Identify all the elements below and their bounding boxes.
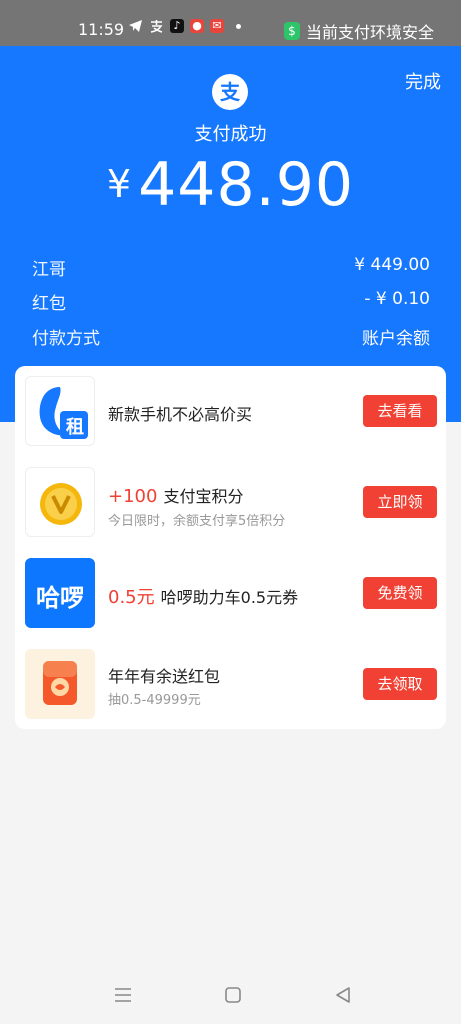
redpacket-amount: - ¥ 0.10 bbox=[364, 289, 430, 309]
go-claim-button[interactable]: 去领取 bbox=[363, 668, 437, 700]
hellobike-glyph: 哈啰 bbox=[36, 584, 84, 612]
red-envelope-graphic bbox=[43, 661, 77, 705]
shield-dollar-icon: $ bbox=[284, 22, 300, 40]
promotions-card: 租 新款手机不必高价买 去看看 +100 支付宝积分 今日限时，余额支付享5倍积分… bbox=[15, 366, 446, 729]
promo-subtitle: 今日限时，余额支付享5倍积分 bbox=[108, 514, 286, 529]
more-notifications-dot bbox=[236, 23, 241, 29]
points-highlight: +100 bbox=[108, 486, 158, 507]
alipay-logo-icon: 支 bbox=[212, 74, 248, 110]
free-claim-button[interactable]: 免费领 bbox=[363, 577, 437, 609]
back-icon[interactable] bbox=[334, 986, 352, 1004]
message-app-icon: ✉ bbox=[210, 19, 224, 33]
detail-row-payment-method: 付款方式 账户余额 bbox=[32, 324, 430, 350]
promo-title: 年年有余送红包 bbox=[108, 667, 221, 686]
notification-icons: ♪ ● ✉ bbox=[128, 19, 241, 33]
promo-title: 0.5元 哈啰助力车0.5元券 bbox=[108, 583, 298, 609]
red-envelope-icon bbox=[25, 649, 95, 719]
promo-title: +100 支付宝积分 bbox=[108, 483, 243, 507]
secure-env-indicator: $ 当前支付环境安全 bbox=[284, 19, 434, 43]
hellobike-icon: 哈啰 bbox=[25, 558, 95, 628]
menu-icon[interactable] bbox=[114, 986, 132, 1004]
payee-label: 江哥 bbox=[32, 260, 66, 280]
redpacket-label: 红包 bbox=[32, 294, 66, 314]
alipay-notify-icon bbox=[150, 20, 163, 33]
zu-rent-glyph: 租 bbox=[66, 417, 84, 438]
detail-row-payee: 江哥 ¥ 449.00 bbox=[32, 255, 430, 281]
promo-item-hellobike[interactable]: 哈啰 0.5元 哈啰助力车0.5元券 免费领 bbox=[15, 548, 446, 638]
claim-now-button[interactable]: 立即领 bbox=[363, 486, 437, 518]
zu-rent-icon: 租 bbox=[25, 376, 95, 446]
go-look-button[interactable]: 去看看 bbox=[363, 395, 437, 427]
home-icon[interactable] bbox=[224, 986, 242, 1004]
payment-method-label: 付款方式 bbox=[32, 329, 100, 349]
promo-title: 新款手机不必高价买 bbox=[108, 405, 253, 424]
detail-row-redpacket: 红包 - ¥ 0.10 bbox=[32, 289, 430, 315]
zu-rent-graphic bbox=[39, 387, 88, 439]
done-button[interactable]: 完成 bbox=[405, 68, 441, 94]
points-title: 支付宝积分 bbox=[163, 487, 244, 506]
tiktok-icon: ♪ bbox=[170, 19, 184, 33]
status-time: 11:59 bbox=[78, 20, 125, 39]
payment-amount: ¥448.90 bbox=[0, 150, 461, 220]
promo-item-points[interactable]: +100 支付宝积分 今日限时，余额支付享5倍积分 立即领 bbox=[15, 457, 446, 547]
payment-status-title: 支付成功 bbox=[194, 124, 267, 145]
amount-value: 448.90 bbox=[138, 150, 355, 220]
coupon-title: 哈啰助力车0.5元券 bbox=[160, 588, 299, 607]
currency-symbol: ¥ bbox=[106, 162, 133, 206]
payee-amount: ¥ 449.00 bbox=[354, 255, 430, 275]
payment-method-value: 账户余额 bbox=[362, 329, 430, 349]
promo-subtitle: 抽0.5-49999元 bbox=[108, 693, 201, 708]
v-coin-icon bbox=[25, 467, 95, 537]
promo-item-phone-rental[interactable]: 租 新款手机不必高价买 去看看 bbox=[15, 366, 446, 456]
status-bar: 11:59 ♪ ● ✉ $ 当前支付环境安全 bbox=[0, 0, 461, 46]
redbag-app-icon: ● bbox=[190, 19, 204, 33]
v-coin-graphic bbox=[40, 483, 82, 525]
coupon-highlight: 0.5元 bbox=[108, 587, 155, 608]
telegram-icon bbox=[129, 20, 142, 32]
system-nav-bar bbox=[0, 966, 461, 1024]
promo-item-red-envelope[interactable]: 年年有余送红包 抽0.5-49999元 去领取 bbox=[15, 639, 446, 729]
payment-success-screen: 11:59 ♪ ● ✉ $ 当前支付环境安全 完成 支 支付成功 ¥448.90… bbox=[0, 0, 461, 1024]
secure-env-text: 当前支付环境安全 bbox=[306, 23, 435, 42]
